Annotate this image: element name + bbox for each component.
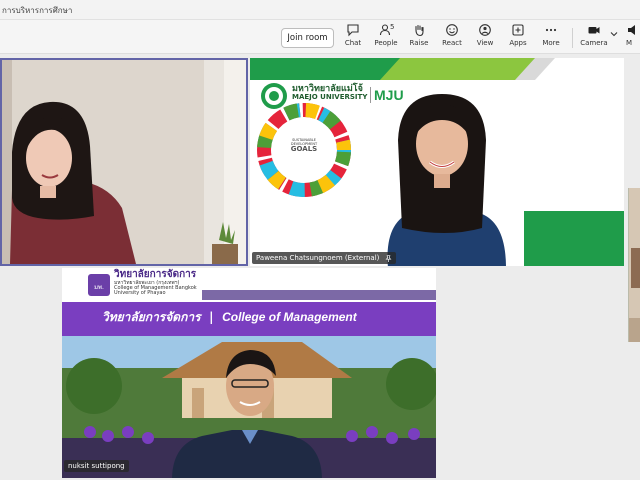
- chat-button[interactable]: Chat: [336, 23, 370, 53]
- chat-label: Chat: [344, 39, 362, 47]
- apps-label: Apps: [509, 39, 527, 47]
- view-label: View: [476, 39, 494, 47]
- apps-button[interactable]: Apps: [501, 23, 535, 53]
- view-icon: [479, 24, 491, 36]
- participant-tile-3[interactable]: มพ. วิทยาลัยการจัดการ มหาวิทยาลัยพะเยา (…: [62, 268, 436, 478]
- camera-label: Camera: [580, 39, 608, 47]
- banner-thai: วิทยาลัยการจัดการ: [102, 310, 201, 324]
- people-button[interactable]: 5 People: [369, 23, 403, 53]
- participant-4-video: [629, 188, 640, 342]
- camera-options-button[interactable]: [607, 23, 621, 53]
- view-button[interactable]: View: [468, 23, 502, 53]
- chat-icon: [347, 24, 359, 37]
- college-thai-name: วิทยาลัยการจัดการ: [114, 269, 197, 280]
- camera-icon: [588, 27, 600, 34]
- toolbar-divider: [572, 28, 573, 48]
- apps-icon: [512, 24, 524, 36]
- participant-2-name: Paweena Chatsungnoem (External): [256, 254, 380, 262]
- camera-button[interactable]: Camera: [577, 23, 611, 53]
- mic-label: M: [626, 39, 633, 47]
- mju-mark: MJU: [370, 87, 404, 103]
- video-stage: มหาวิทยาลัยแม่โจ้ MAEJO UNIVERSITY MJU S…: [0, 54, 640, 480]
- participant-tile-4[interactable]: [628, 188, 640, 342]
- window-title: การบริหารการศึกษา: [2, 6, 73, 15]
- participant-3-name: nuksit suttipong: [68, 462, 125, 470]
- react-button[interactable]: React: [435, 23, 469, 53]
- sdg-word-3: GOALS: [290, 145, 318, 153]
- college-en-line2: University of Phayao: [114, 290, 166, 296]
- pin-icon: [385, 254, 392, 262]
- raise-label: Raise: [409, 39, 429, 47]
- banner-english: College of Management: [222, 310, 357, 324]
- more-icon: [545, 28, 557, 32]
- smiley-icon: [446, 24, 458, 36]
- more-label: More: [542, 39, 560, 47]
- participant-3-nametag: nuksit suttipong: [64, 460, 129, 472]
- people-label: People: [374, 39, 398, 47]
- maejo-logo-text: มหาวิทยาลัยแม่โจ้ MAEJO UNIVERSITY: [292, 84, 368, 102]
- banner-separator: |: [209, 310, 214, 324]
- college-seal: มพ.: [94, 284, 104, 291]
- speaker-icon: [628, 25, 635, 35]
- participant-tile-2[interactable]: มหาวิทยาลัยแม่โจ้ MAEJO UNIVERSITY MJU S…: [250, 58, 624, 266]
- participant-tile-1[interactable]: [0, 58, 248, 266]
- raise-hand-button[interactable]: Raise: [402, 23, 436, 53]
- hand-icon: [415, 24, 424, 37]
- chevron-down-icon: [610, 32, 618, 37]
- participant-2-nametag: Paweena Chatsungnoem (External): [252, 252, 396, 264]
- participant-3-video: [62, 268, 436, 478]
- react-label: React: [442, 39, 462, 47]
- participant-1-video: [2, 60, 246, 264]
- people-count-badge: 5: [390, 23, 395, 31]
- maejo-english-name: MAEJO UNIVERSITY: [292, 93, 368, 102]
- college-logo-text: วิทยาลัยการจัดการ มหาวิทยาลัยพะเยา (กรุง…: [114, 269, 197, 296]
- meeting-toolbar: Join room Chat 5 People Raise React View…: [0, 20, 640, 54]
- mic-button[interactable]: M: [626, 23, 640, 53]
- college-banner: วิทยาลัยการจัดการ | College of Managemen…: [102, 306, 357, 327]
- more-button[interactable]: More: [534, 23, 568, 53]
- window-title-bar: การบริหารการศึกษา: [0, 0, 640, 20]
- join-room-button[interactable]: Join room: [281, 28, 334, 48]
- sdg-text: SUSTAINABLE DEVELOPMENT GOALS: [284, 138, 324, 153]
